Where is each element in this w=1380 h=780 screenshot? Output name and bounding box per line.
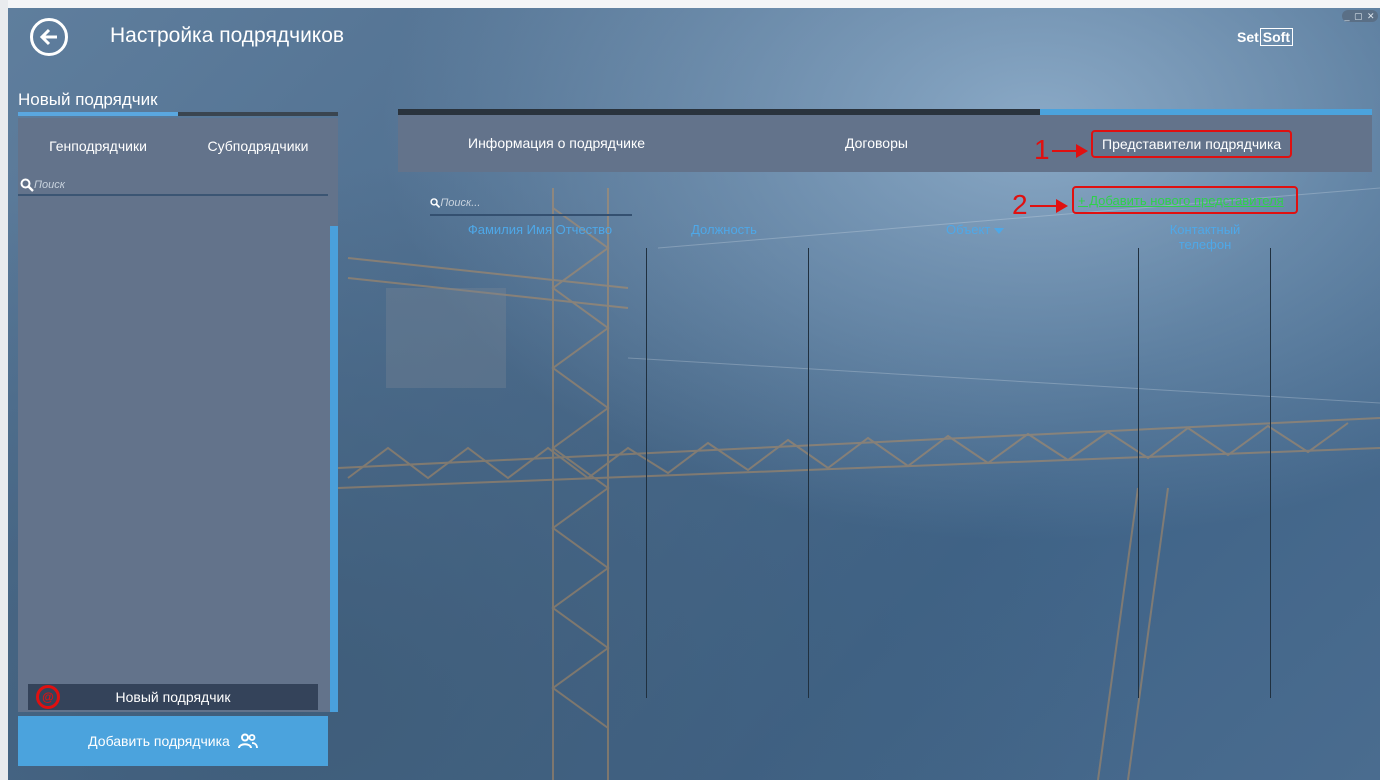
annotation-arrow-2 bbox=[1030, 199, 1068, 213]
column-header-position[interactable]: Должность bbox=[684, 222, 764, 237]
add-contractor-button[interactable]: Добавить подрядчика bbox=[18, 716, 328, 766]
section-title: Новый подрядчик bbox=[18, 90, 158, 109]
contractor-search-input[interactable] bbox=[34, 179, 294, 191]
brand-boxed: Soft bbox=[1259, 28, 1294, 46]
back-button[interactable] bbox=[30, 18, 68, 56]
tab-representatives[interactable]: Представители подрядчика bbox=[1091, 130, 1293, 158]
column-divider bbox=[808, 248, 809, 698]
search-icon bbox=[430, 198, 441, 209]
brand-logo: Set Soft bbox=[1237, 28, 1294, 46]
tab-general-contractors[interactable]: Генподрядчики bbox=[18, 118, 178, 174]
section-title-underline bbox=[18, 112, 178, 116]
contractor-detail-tabs: Информация о подрядчике Договоры Предста… bbox=[398, 115, 1372, 172]
caret-down-icon bbox=[993, 227, 1004, 234]
section-title-underline-track bbox=[178, 112, 338, 116]
column-header-phone[interactable]: Контактный телефон bbox=[1150, 222, 1260, 252]
window-left-border bbox=[0, 0, 8, 780]
users-icon bbox=[237, 733, 258, 749]
list-item-label: Новый подрядчик bbox=[115, 689, 231, 705]
page-title: Настройка подрядчиков bbox=[110, 24, 345, 47]
contractor-search bbox=[18, 176, 328, 196]
contractor-list bbox=[18, 198, 328, 684]
contractor-list-scrollbar[interactable] bbox=[330, 226, 338, 712]
column-divider bbox=[646, 248, 647, 698]
add-contractor-label: Добавить подрядчика bbox=[88, 733, 230, 749]
column-divider bbox=[1270, 248, 1271, 698]
annotation-arrow-1 bbox=[1052, 144, 1088, 158]
representative-search-input[interactable] bbox=[440, 197, 632, 209]
list-item[interactable]: @ Новый подрядчик bbox=[28, 684, 318, 710]
brand-prefix: Set bbox=[1237, 29, 1259, 45]
column-header-phone-line2: телефон bbox=[1178, 237, 1232, 252]
column-header-full-name[interactable]: Фамилия Имя Отчество bbox=[455, 222, 625, 237]
contractor-type-tabs: Генподрядчики Субподрядчики bbox=[18, 118, 338, 174]
contractors-panel: Генподрядчики Субподрядчики @ Новый подр… bbox=[18, 118, 338, 712]
tab-contracts[interactable]: Договоры bbox=[845, 115, 908, 172]
tab-contractor-info[interactable]: Информация о подрядчике bbox=[468, 115, 645, 172]
column-header-object-label: Объект bbox=[946, 222, 991, 237]
search-icon bbox=[20, 178, 34, 192]
window-controls[interactable]: _ ▢ ✕ bbox=[1342, 10, 1378, 22]
annotation-number-1: 1 bbox=[1034, 134, 1050, 165]
annotation-number-2: 2 bbox=[1012, 189, 1028, 220]
window-top-border bbox=[0, 0, 1380, 8]
add-representative-link[interactable]: + Добавить нового представителя bbox=[1072, 186, 1298, 214]
representative-search bbox=[430, 192, 632, 216]
column-header-object[interactable]: Объект bbox=[935, 222, 1015, 237]
column-divider bbox=[1138, 248, 1139, 698]
tab-subcontractors[interactable]: Субподрядчики bbox=[178, 118, 338, 174]
arrow-left-icon bbox=[39, 28, 57, 46]
column-header-phone-line1: Контактный bbox=[1169, 222, 1241, 237]
